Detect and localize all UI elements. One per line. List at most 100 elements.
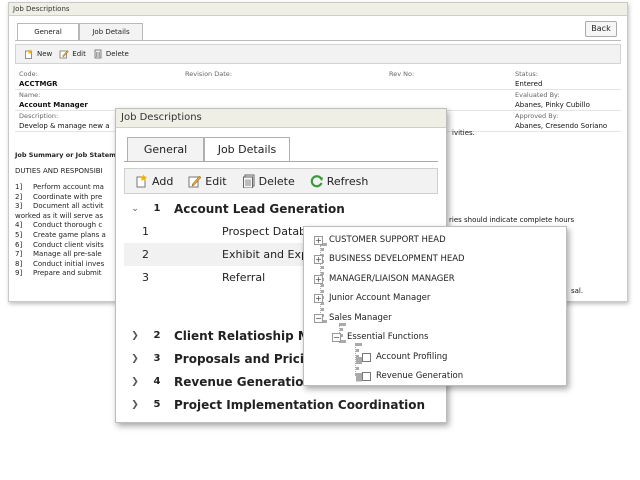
duty-text: worked as it will serve as	[15, 211, 103, 220]
delete-button[interactable]: Delete	[242, 174, 295, 188]
edit-label: Edit	[205, 174, 227, 188]
tree-node-label: Sales Manager	[329, 313, 392, 323]
collapse-icon[interactable]: −	[332, 332, 341, 342]
code-field: Code: ACCTMGR	[19, 70, 58, 88]
duty-text: Create game plans a	[33, 230, 106, 239]
duty-number: 9]	[15, 269, 23, 278]
description-field: Description: Develop & manage new a	[19, 112, 110, 130]
group-number: 3	[153, 353, 161, 364]
expand-icon[interactable]: +	[314, 254, 323, 264]
duty-number: 1]	[15, 183, 23, 191]
group-title: Revenue Generation	[174, 374, 313, 389]
tab-general[interactable]: General	[127, 137, 204, 161]
item-number: 3	[142, 271, 149, 284]
delete-icon	[94, 49, 102, 59]
tree-node[interactable]: − Essential Functions	[332, 329, 428, 345]
tab-general[interactable]: General	[17, 23, 79, 41]
tree-node-label: MANAGER/LIAISON MANAGER	[329, 274, 455, 284]
group-row[interactable]: ⌄ 1 Account Lead Generation	[124, 197, 438, 220]
chevron-down-icon[interactable]: ⌄	[124, 204, 146, 214]
group-title: Account Lead Generation	[174, 201, 345, 216]
tree-leaf[interactable]: Revenue Generation	[362, 368, 463, 384]
tab-job-details[interactable]: Job Details	[204, 137, 290, 162]
chevron-right-icon[interactable]: ❯	[124, 354, 146, 364]
duty-text: Coordinate with pre	[33, 192, 103, 201]
expand-icon[interactable]: +	[314, 293, 323, 303]
name-field: Name: Account Manager	[19, 91, 88, 109]
item-number: 1	[142, 225, 149, 238]
duty-text: Prepare and submit	[33, 269, 102, 278]
tree-node-label: Essential Functions	[347, 332, 429, 342]
duty-number: 8]	[15, 259, 23, 268]
duty-number: 4]	[15, 221, 23, 230]
tree-node[interactable]: + MANAGER/LIAISON MANAGER	[314, 271, 455, 287]
delete-label: Delete	[105, 50, 129, 58]
divider	[15, 40, 621, 41]
add-button[interactable]: Add	[135, 174, 173, 188]
tree-node[interactable]: + Junior Account Manager	[314, 290, 430, 306]
item-title: Exhibit and Expo	[222, 248, 315, 261]
duties-continuation-end: sal.	[571, 287, 584, 295]
chevron-right-icon[interactable]: ❯	[124, 400, 146, 410]
tree-node[interactable]: + BUSINESS DEVELOPMENT HEAD	[314, 251, 465, 267]
expand-icon[interactable]: +	[314, 274, 323, 284]
description-continuation: ivities.	[452, 129, 475, 137]
checkbox[interactable]	[362, 371, 371, 381]
tree-node[interactable]: − Sales Manager	[314, 310, 392, 326]
group-row[interactable]: ❯ 5 Project Implementation Coordination	[124, 393, 438, 416]
back-button[interactable]: Back	[585, 21, 617, 37]
add-icon	[136, 174, 147, 188]
approved-by-field: Approved By: Abanes, Cresendo Soriano	[515, 112, 608, 130]
tree-node-label: CUSTOMER SUPPORT HEAD	[329, 235, 446, 245]
duty-number: 7]	[15, 250, 23, 259]
duty-number: 3]	[15, 202, 23, 211]
chevron-right-icon[interactable]: ❯	[124, 377, 146, 387]
tree-node-label: BUSINESS DEVELOPMENT HEAD	[329, 254, 465, 264]
divider	[124, 161, 438, 162]
group-title: Client Relatioship M	[174, 328, 310, 343]
edit-icon	[188, 175, 202, 188]
tree-node-label: Revenue Generation	[376, 371, 464, 381]
duty-number: 5]	[15, 230, 23, 239]
duties-continuation: ries should indicate complete hours	[449, 216, 575, 224]
edit-icon	[59, 50, 70, 59]
back-toolbar: New Edit Delete	[15, 44, 621, 64]
item-title: Referral	[222, 271, 266, 284]
duty-text: Conduct client visits	[33, 240, 104, 249]
group-number: 1	[153, 203, 161, 214]
chevron-right-icon[interactable]: ❯	[124, 331, 146, 341]
group-number: 2	[153, 330, 161, 341]
tree-node[interactable]: + CUSTOMER SUPPORT HEAD	[314, 232, 446, 248]
tree-node-label: Junior Account Manager	[329, 293, 431, 303]
group-number: 5	[153, 399, 161, 410]
tree-node-label: Account Profiling	[376, 352, 448, 362]
item-title: Prospect Databa	[222, 225, 313, 238]
new-icon	[25, 49, 33, 59]
refresh-button[interactable]: Refresh	[310, 174, 368, 188]
edit-label: Edit	[72, 50, 86, 58]
tab-job-details[interactable]: Job Details	[79, 23, 143, 40]
expand-icon[interactable]: +	[314, 235, 323, 245]
rev-no-field: Rev No:	[389, 70, 415, 78]
add-label: Add	[152, 174, 174, 188]
status-field: Status: Entered	[515, 70, 543, 88]
new-button[interactable]: New	[24, 49, 52, 59]
new-label: New	[37, 50, 53, 58]
item-number: 2	[142, 248, 149, 261]
edit-button[interactable]: Edit	[188, 174, 227, 188]
refresh-icon	[310, 175, 323, 188]
revision-date-field: Revision Date:	[185, 70, 232, 78]
duty-text: Conduct initial inves	[33, 259, 105, 268]
tree-leaf[interactable]: Account Profiling	[362, 349, 447, 365]
duty-text: Conduct thorough c	[33, 221, 103, 230]
job-details-toolbar: Add Edit Delete Refresh	[124, 168, 438, 194]
edit-button[interactable]: Edit	[59, 49, 86, 59]
evaluated-by-field: Evaluated By: Abanes, Pinky Cubillo	[515, 91, 590, 109]
window-title: Job Descriptions	[116, 109, 446, 128]
checkbox[interactable]	[362, 352, 371, 362]
group-title: Project Implementation Coordination	[174, 397, 426, 412]
window-title: Job Descriptions	[9, 3, 627, 16]
delete-label: Delete	[258, 174, 295, 188]
delete-button[interactable]: Delete	[93, 49, 129, 59]
collapse-icon[interactable]: −	[314, 313, 323, 323]
